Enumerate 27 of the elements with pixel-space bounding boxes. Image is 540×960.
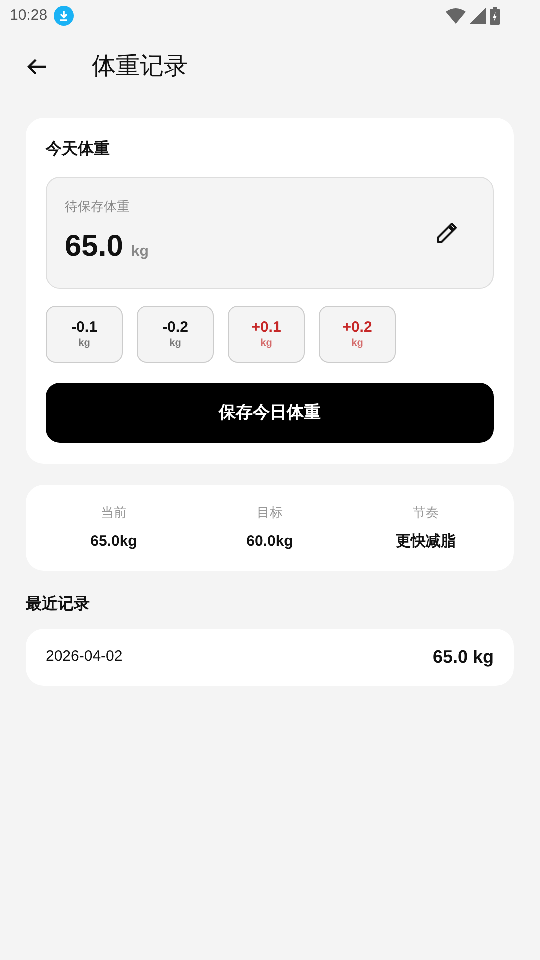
record-row[interactable]: 2026-04-02 65.0 kg: [26, 629, 514, 686]
pencil-icon[interactable]: [435, 221, 459, 245]
weight-value: 65.0: [65, 229, 124, 266]
signal-icon: [470, 8, 486, 24]
wifi-icon: [446, 8, 466, 24]
adjust-button[interactable]: -0.2 kg: [137, 306, 214, 363]
stat-label: 节奏: [413, 504, 439, 522]
weight-unit: kg: [131, 242, 149, 262]
battery-icon: [490, 7, 500, 25]
section-title: 最近记录: [26, 594, 91, 615]
download-icon: [54, 6, 74, 26]
adjust-button[interactable]: -0.1 kg: [46, 306, 123, 363]
page-title: 体重记录: [92, 52, 188, 82]
status-time: 10:28: [10, 6, 48, 26]
stat-label: 目标: [257, 504, 283, 522]
stat-value: 65.0kg: [90, 532, 138, 552]
field-label: 待保存体重: [65, 198, 131, 216]
pending-weight-field[interactable]: 待保存体重 65.0 kg: [46, 177, 494, 289]
card-title: 今天体重: [46, 139, 111, 160]
stat-label: 当前: [101, 504, 127, 522]
save-button[interactable]: 保存今日体重: [46, 383, 494, 443]
adjust-button[interactable]: +0.2 kg: [319, 306, 396, 363]
adjust-button[interactable]: +0.1 kg: [228, 306, 305, 363]
record-date: 2026-04-02: [46, 647, 123, 668]
record-weight: 65.0 kg: [432, 646, 494, 669]
stat-value: 60.0kg: [246, 532, 294, 552]
stat-value: 更快减脂: [396, 532, 456, 552]
